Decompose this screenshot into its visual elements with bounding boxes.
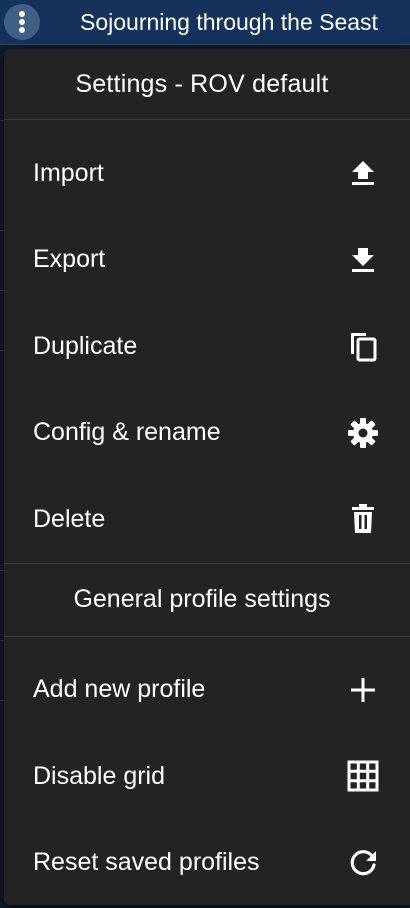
grid-icon [346, 759, 380, 793]
app-title: Sojourning through the Seast [80, 9, 378, 35]
export-button[interactable]: Export [4, 217, 410, 304]
kebab-menu-icon [19, 11, 25, 33]
import-button[interactable]: Import [4, 130, 410, 217]
menu-item-label: Add new profile [33, 675, 206, 704]
app-root: Sojourning through the Seast Settings - … [0, 0, 410, 908]
menu-item-label: Reset saved profiles [33, 848, 260, 877]
section-title: General profile settings [73, 585, 331, 613]
trash-icon [346, 502, 380, 536]
menu-item-label: Delete [33, 504, 106, 533]
add-new-profile-button[interactable]: Add new profile [4, 647, 410, 734]
menu-spacer [4, 120, 410, 130]
plus-icon [346, 673, 380, 707]
config-rename-button[interactable]: Config & rename [4, 390, 410, 477]
gear-icon [346, 416, 380, 450]
disable-grid-button[interactable]: Disable grid [4, 733, 410, 820]
menu-title: Settings - ROV default [75, 69, 329, 98]
menu-item-label: Export [33, 245, 106, 274]
menu-item-label: Import [33, 158, 104, 187]
duplicate-button[interactable]: Duplicate [4, 303, 410, 390]
download-icon [346, 243, 380, 277]
reset-saved-profiles-button[interactable]: Reset saved profiles [4, 820, 410, 907]
menu-item-label: Config & rename [33, 418, 221, 447]
upload-icon [346, 156, 380, 190]
menu-spacer [4, 637, 410, 647]
more-options-button[interactable] [4, 4, 40, 40]
menu-item-label: Duplicate [33, 331, 138, 360]
copy-icon [346, 329, 380, 363]
top-bar: Sojourning through the Seast [0, 0, 410, 45]
menu-item-label: Disable grid [33, 761, 166, 790]
delete-button[interactable]: Delete [4, 476, 410, 563]
refresh-icon [346, 846, 380, 880]
settings-menu: Settings - ROV default Import Export Dup… [4, 49, 410, 905]
